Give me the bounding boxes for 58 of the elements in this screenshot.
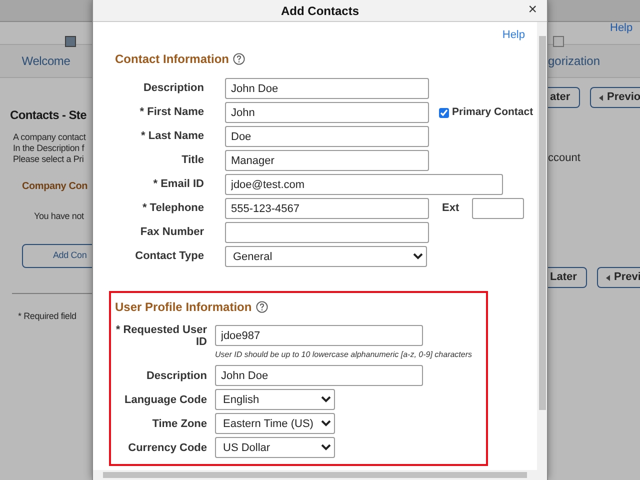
input-field[interactable]: 555-123-4567 [225,198,429,219]
field-label: Time Zone [151,418,207,430]
left-caret-icon [606,274,610,280]
vertical-scrollbar[interactable] [537,22,547,470]
input-field[interactable]: John Doe [215,365,423,386]
page-heading: Contacts - Ste [10,107,88,124]
help-icon[interactable] [233,52,245,64]
input-field[interactable]: John Doe [225,78,429,99]
field-label: Contact Type [134,249,204,264]
field-label: * First Name [138,105,204,120]
step-label[interactable]: gorization [548,52,600,70]
dropdown[interactable]: Eastern Time (US) [215,413,335,434]
horizontal-scrollbar[interactable] [93,470,547,480]
left-caret-icon [599,94,603,100]
step-marker-icon [65,36,76,47]
help-icon[interactable] [256,300,268,312]
input-field[interactable]: jdoe@test.com [225,174,503,195]
field-label: Language Code [123,394,207,406]
field-label: * Telephone [141,201,204,216]
intro-text: ccount [548,151,580,166]
field-label: Ext [442,201,460,216]
input-field[interactable] [225,222,429,243]
field-label: Title [180,153,204,168]
hint-text: User ID should be up to 10 lowercase alphanumeric [a-z, 0-9] characters [215,348,474,360]
add-contact-button[interactable]: Add Con [22,244,92,268]
input-field[interactable] [472,198,524,219]
intro-text: Please select a Pri [13,154,85,165]
input-field[interactable]: jdoe987 [215,325,423,346]
previous-button[interactable]: Previ [597,267,640,288]
later-button[interactable]: ater [548,87,580,108]
dropdown[interactable]: General [225,246,427,267]
checkbox[interactable] [439,108,449,118]
dialog-title: Add Contacts [281,2,359,20]
section-title: Contact Information [115,50,229,68]
section-title: User Profile Information [115,298,252,316]
checkbox-label: Primary Contact [452,104,534,120]
section-title: Company Con [22,180,89,194]
help-link[interactable]: Help [93,27,525,44]
field-label: Description [145,370,207,382]
later-button[interactable]: Later [548,267,587,288]
dropdown[interactable]: English [215,389,335,410]
input-field[interactable]: Doe [225,126,429,147]
field-label: * Requested User ID [115,324,207,348]
field-label: Fax Number [139,225,204,240]
dropdown[interactable]: US Dollar [215,437,335,458]
field-label: * Last Name [140,129,204,144]
input-field[interactable]: Manager [225,150,429,171]
help-link[interactable]: Help [610,20,633,36]
empty-message: You have not [34,210,85,223]
input-field[interactable]: John [225,102,429,123]
field-label: * Email ID [152,177,204,192]
previous-button[interactable]: Previo [590,87,640,108]
field-label: Description [142,81,204,96]
close-button[interactable]: × [526,2,539,18]
field-label: Currency Code [127,442,207,454]
step-label[interactable]: Welcome [22,52,70,70]
intro-text: In the Description f [13,143,86,154]
intro-text: A company contact [13,132,87,143]
